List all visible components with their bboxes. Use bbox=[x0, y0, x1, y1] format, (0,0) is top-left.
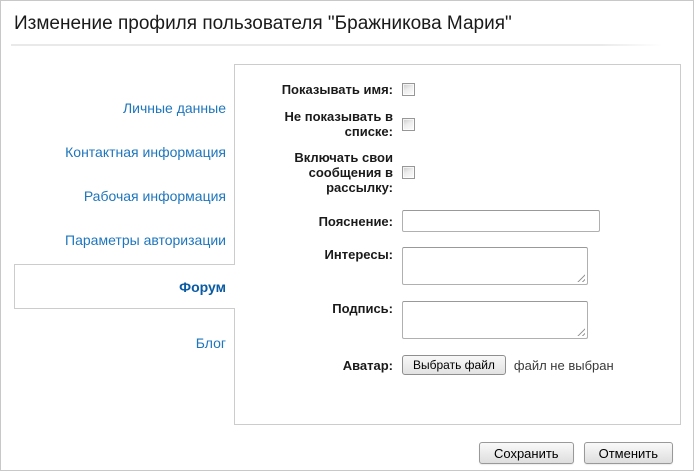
sidebar-item-work-info[interactable]: Рабочая информация bbox=[1, 174, 235, 218]
signature-label: Подпись: bbox=[235, 301, 393, 316]
choose-file-button[interactable]: Выбрать файл bbox=[402, 355, 506, 375]
sidebar-item-authorization[interactable]: Параметры авторизации bbox=[1, 218, 235, 262]
sidebar-item-blog[interactable]: Блог bbox=[1, 321, 235, 365]
file-status-text: файл не выбран bbox=[514, 358, 614, 373]
sidebar-item-label: Параметры авторизации bbox=[65, 232, 226, 248]
sidebar-item-label: Блог bbox=[196, 335, 226, 351]
include-messages-label: Включать свои сообщения в рассылку: bbox=[235, 150, 393, 195]
page-title: Изменение профиля пользователя "Бражнико… bbox=[14, 13, 512, 35]
sidebar-item-personal-data[interactable]: Личные данные bbox=[1, 86, 235, 130]
sidebar-item-label: Рабочая информация bbox=[84, 188, 226, 204]
show-name-label: Показывать имя: bbox=[235, 82, 393, 97]
interests-label: Интересы: bbox=[235, 247, 393, 262]
form-row-signature: Подпись: bbox=[235, 301, 680, 339]
form-row-description: Пояснение: bbox=[235, 210, 680, 232]
profile-tabs-sidebar: Личные данные Контактная информация Рабо… bbox=[1, 64, 235, 365]
hide-in-list-checkbox[interactable] bbox=[402, 118, 415, 131]
save-button[interactable]: Сохранить bbox=[479, 442, 574, 464]
form-row-include-messages: Включать свои сообщения в рассылку: bbox=[235, 150, 680, 195]
form-row-hide-in-list: Не показывать в списке: bbox=[235, 109, 680, 139]
title-divider bbox=[11, 44, 663, 46]
form-row-avatar: Аватар: Выбрать файл файл не выбран bbox=[235, 355, 680, 375]
sidebar-item-forum-active[interactable]: Форум bbox=[14, 264, 235, 309]
description-label: Пояснение: bbox=[235, 214, 393, 229]
include-messages-checkbox[interactable] bbox=[402, 166, 415, 179]
description-input[interactable] bbox=[402, 210, 600, 232]
sidebar-item-label: Форум bbox=[179, 279, 226, 295]
sidebar-item-contact-info[interactable]: Контактная информация bbox=[1, 130, 235, 174]
form-row-interests: Интересы: bbox=[235, 247, 680, 285]
forum-settings-panel: Показывать имя: Не показывать в списке: … bbox=[234, 64, 681, 425]
cancel-button[interactable]: Отменить bbox=[584, 442, 673, 464]
sidebar-item-label: Контактная информация bbox=[65, 144, 226, 160]
interests-textarea[interactable] bbox=[402, 247, 588, 285]
form-row-show-name: Показывать имя: bbox=[235, 82, 680, 97]
hide-in-list-label: Не показывать в списке: bbox=[235, 109, 393, 139]
signature-textarea[interactable] bbox=[402, 301, 588, 339]
profile-edit-page: Изменение профиля пользователя "Бражнико… bbox=[0, 0, 694, 471]
action-bar: Сохранить Отменить bbox=[479, 442, 673, 464]
avatar-label: Аватар: bbox=[235, 358, 393, 373]
show-name-checkbox[interactable] bbox=[402, 83, 415, 96]
sidebar-item-label: Личные данные bbox=[123, 100, 226, 116]
